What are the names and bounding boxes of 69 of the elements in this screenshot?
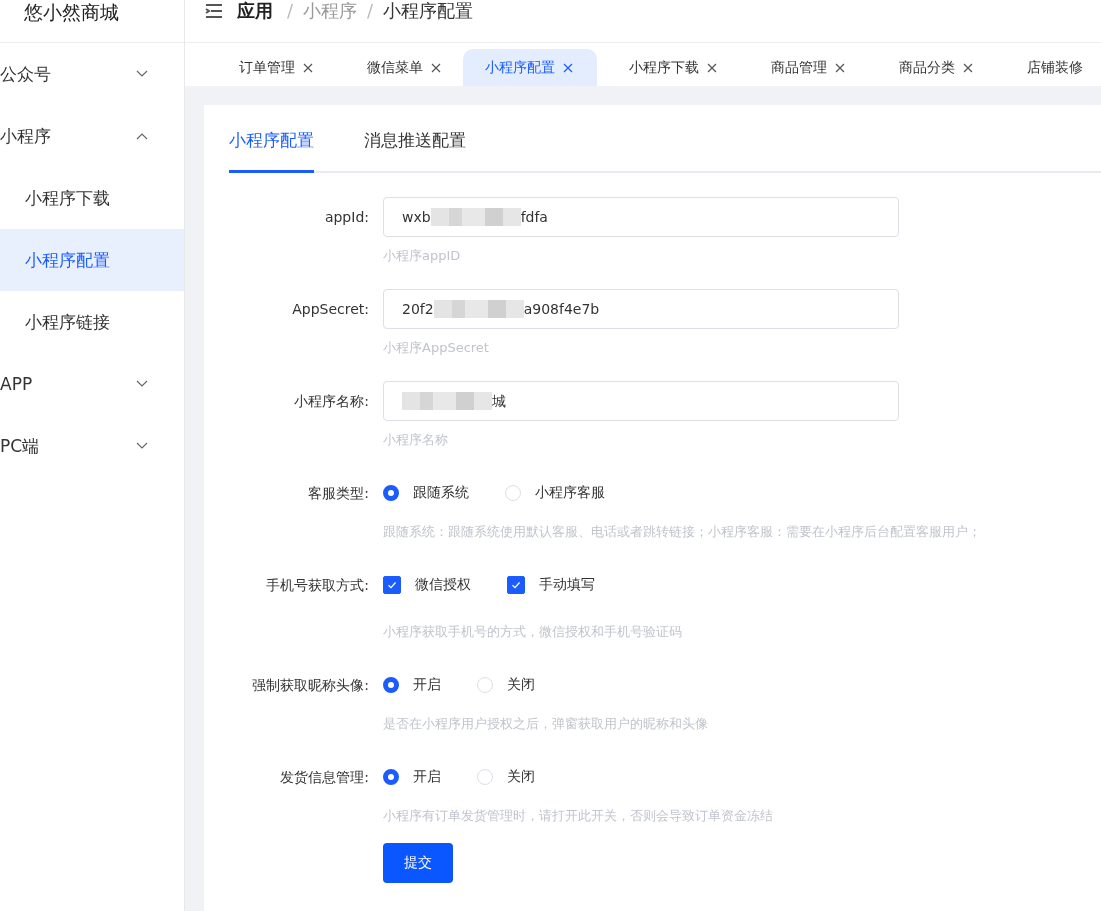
page-tab[interactable]: 小程序配置 — [463, 49, 597, 86]
radio-button[interactable] — [383, 485, 399, 501]
page-tab[interactable]: 微信菜单 — [335, 49, 463, 86]
field-value: 城 — [492, 392, 506, 410]
field-label: AppSecret: — [291, 300, 370, 319]
breadcrumb-separator: / — [287, 0, 294, 22]
field-label: appId: — [323, 208, 370, 227]
page-tab[interactable]: 订单管理 — [207, 49, 335, 86]
radio-button[interactable] — [383, 677, 399, 693]
chevron-down-icon — [136, 442, 148, 450]
content-tab[interactable]: 消息推送配置 — [364, 129, 466, 173]
checkmark-icon — [386, 579, 398, 591]
input-field[interactable]: wxb fdfa — [383, 197, 899, 237]
sidebar-item[interactable]: 小程序配置 — [0, 229, 184, 291]
chevron-down-icon — [136, 70, 148, 78]
sidebar-item[interactable]: PC端 — [0, 415, 184, 477]
sidebar-item[interactable]: APP — [0, 353, 184, 415]
option-label[interactable]: 关闭 — [507, 768, 535, 786]
field-value: a908f4e7b — [523, 300, 600, 318]
field-label: 小程序名称: — [293, 392, 370, 411]
page-tab[interactable]: 商品管理 — [739, 49, 867, 86]
field-value: 20f2 — [402, 300, 434, 318]
content-tab[interactable]: 小程序配置 — [229, 129, 314, 173]
field-value: fdfa — [520, 208, 548, 226]
option-label[interactable]: 跟随系统 — [413, 484, 469, 502]
checkmark-icon — [510, 579, 522, 591]
close-icon[interactable] — [963, 62, 973, 73]
sidebar-item[interactable]: 公众号 — [0, 43, 184, 105]
radio-button[interactable] — [383, 769, 399, 785]
close-icon[interactable] — [431, 62, 441, 73]
option-label[interactable]: 小程序客服 — [535, 484, 605, 502]
input-field[interactable]: 城 — [383, 381, 899, 421]
field-label: 强制获取昵称头像: — [251, 676, 370, 695]
breadcrumb-item: 小程序配置 — [383, 0, 474, 22]
option-label[interactable]: 开启 — [413, 768, 441, 786]
close-icon[interactable] — [835, 62, 845, 73]
menu-icon[interactable] — [205, 4, 223, 18]
help-text: 是否在小程序用户授权之后，弹窗获取用户的昵称和头像 — [383, 715, 709, 733]
field-label: 客服类型: — [307, 484, 370, 503]
checkbox[interactable] — [507, 576, 525, 594]
field-label: 手机号获取方式: — [265, 576, 370, 595]
close-icon[interactable] — [707, 62, 717, 73]
option-label[interactable]: 微信授权 — [415, 576, 471, 594]
help-text: 小程序获取手机号的方式，微信授权和手机号验证码 — [383, 623, 683, 641]
input-field[interactable]: 20f2 a908f4e7b — [383, 289, 899, 329]
close-icon[interactable] — [303, 62, 313, 73]
app-title: 悠小然商城 — [0, 0, 184, 43]
sidebar-item[interactable]: 小程序下载 — [0, 167, 184, 229]
option-label[interactable]: 手动填写 — [539, 576, 595, 594]
help-text: 小程序appID — [383, 247, 462, 265]
option-label[interactable]: 关闭 — [507, 676, 535, 694]
page-tab[interactable]: 店铺装修 — [995, 49, 1101, 86]
chevron-down-icon — [136, 380, 148, 388]
field-value: wxb — [402, 208, 431, 226]
close-icon[interactable] — [563, 62, 573, 73]
breadcrumb-separator: / — [367, 0, 374, 22]
page-tab[interactable]: 商品分类 — [867, 49, 995, 86]
help-text: 小程序AppSecret — [383, 339, 490, 357]
page-tab[interactable]: 小程序下载 — [597, 49, 739, 86]
breadcrumb-item[interactable]: 应用 — [237, 0, 273, 22]
help-text: 小程序名称 — [383, 431, 449, 449]
field-label: 发货信息管理: — [279, 768, 370, 787]
sidebar-item[interactable]: 小程序 — [0, 105, 184, 167]
help-text: 小程序有订单发货管理时，请打开此开关，否则会导致订单资金冻结 — [383, 807, 774, 825]
sidebar-item[interactable]: 小程序链接 — [0, 291, 184, 353]
option-label[interactable]: 开启 — [413, 676, 441, 694]
checkbox[interactable] — [383, 576, 401, 594]
submit-button[interactable]: 提交 — [383, 843, 453, 883]
chevron-up-icon — [136, 132, 148, 140]
